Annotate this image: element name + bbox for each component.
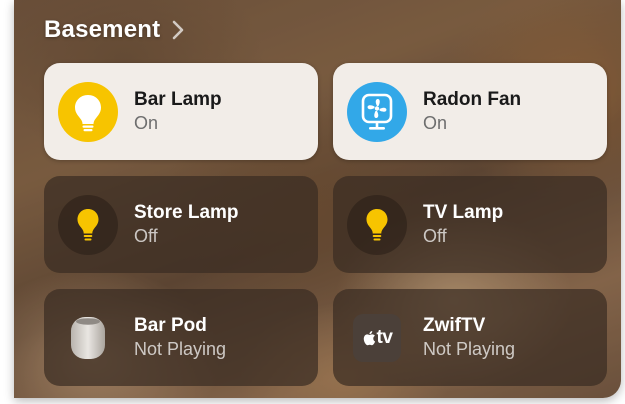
room-header[interactable]: Basement — [44, 16, 186, 44]
home-app-window: Basement Bar Lamp On Radon Fan On Store … — [14, 0, 621, 398]
homepod-icon[interactable] — [58, 308, 118, 368]
chevron-right-icon[interactable] — [170, 19, 186, 41]
accessory-tile-tv-lamp[interactable]: TV Lamp Off — [333, 176, 607, 273]
accessory-name: Bar Pod — [134, 315, 207, 336]
accessory-tile-zwiftv[interactable]: tv ZwifTV Not Playing — [333, 289, 607, 386]
accessory-name: Store Lamp — [134, 202, 239, 223]
accessory-tile-bar-pod[interactable]: Bar Pod Not Playing — [44, 289, 318, 386]
apple-tv-box: tv — [353, 314, 401, 362]
accessory-name: Bar Lamp — [134, 89, 222, 110]
accessory-status: Not Playing — [134, 339, 227, 359]
accessory-tile-store-lamp[interactable]: Store Lamp Off — [44, 176, 318, 273]
accessory-tile-bar-lamp[interactable]: Bar Lamp On — [44, 63, 318, 160]
lightbulb-icon[interactable] — [347, 195, 407, 255]
accessory-name: TV Lamp — [423, 202, 504, 223]
accessory-status: Not Playing — [423, 339, 516, 359]
apple-logo-icon — [363, 331, 375, 346]
accessory-name: Radon Fan — [423, 89, 522, 110]
accessory-name: ZwifTV — [423, 315, 486, 336]
accessory-status: On — [423, 113, 448, 133]
accessory-status: On — [134, 113, 159, 133]
apple-tv-icon[interactable]: tv — [347, 308, 407, 368]
lightbulb-icon[interactable] — [58, 82, 118, 142]
accessory-status: Off — [134, 226, 158, 246]
room-title[interactable]: Basement — [44, 16, 160, 44]
apple-tv-label: tv — [376, 327, 393, 348]
accessory-status: Off — [423, 226, 447, 246]
fan-icon[interactable] — [347, 82, 407, 142]
accessory-tile-radon-fan[interactable]: Radon Fan On — [333, 63, 607, 160]
lightbulb-icon[interactable] — [58, 195, 118, 255]
